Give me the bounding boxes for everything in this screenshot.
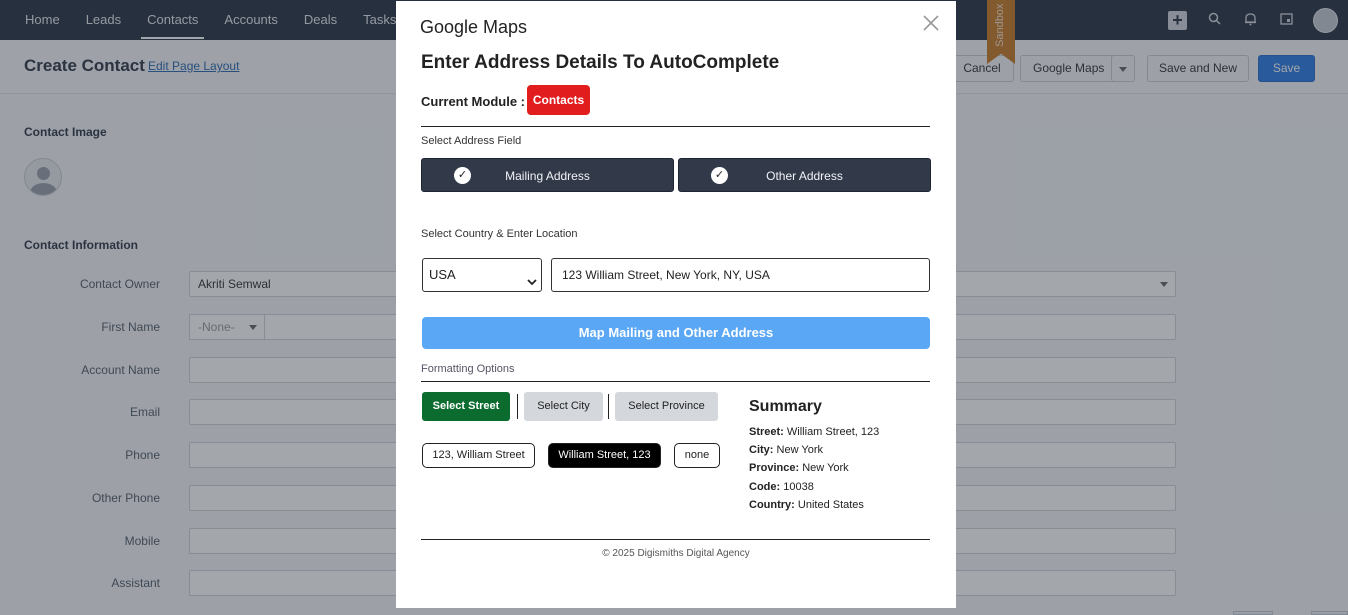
summary-street-label: Street: xyxy=(749,426,784,438)
summary-province-value: New York xyxy=(802,462,849,474)
footer-copyright: © 2025 Digismiths Digital Agency xyxy=(602,548,750,559)
location-input[interactable]: 123 William Street, New York, NY, USA xyxy=(551,258,930,292)
separator xyxy=(608,394,609,419)
divider xyxy=(421,381,930,382)
country-select[interactable]: USA xyxy=(422,258,542,292)
street-option-none[interactable]: none xyxy=(674,443,720,468)
other-address-toggle[interactable]: ✓ Other Address xyxy=(678,158,931,192)
summary-code-value: 10038 xyxy=(783,481,814,493)
current-module-label: Current Module : xyxy=(421,94,525,109)
summary-country: Country: United States xyxy=(749,499,864,511)
formatting-options-label: Formatting Options xyxy=(421,363,515,375)
summary-country-value: United States xyxy=(797,499,864,511)
divider xyxy=(421,126,930,127)
summary-province: Province: New York xyxy=(749,462,849,474)
mailing-address-toggle[interactable]: ✓ Mailing Address xyxy=(421,158,674,192)
street-option-name-first[interactable]: William Street, 123 xyxy=(548,443,661,468)
google-maps-modal: Google Maps Enter Address Details To Aut… xyxy=(396,1,956,608)
select-province-button[interactable]: Select Province xyxy=(615,392,718,421)
summary-city-value: New York xyxy=(776,444,823,456)
select-street-button[interactable]: Select Street xyxy=(422,392,510,421)
street-option-number-first[interactable]: 123, William Street xyxy=(422,443,535,468)
other-address-label: Other Address xyxy=(766,169,843,183)
mailing-address-label: Mailing Address xyxy=(505,169,590,183)
summary-code: Code: 10038 xyxy=(749,481,814,493)
summary-city: City: New York xyxy=(749,444,823,456)
select-address-label: Select Address Field xyxy=(421,135,522,147)
summary-province-label: Province: xyxy=(749,462,800,474)
chevron-down-icon xyxy=(527,268,537,300)
select-city-button[interactable]: Select City xyxy=(524,392,603,421)
separator xyxy=(517,394,518,419)
summary-code-label: Code: xyxy=(749,481,781,493)
country-value: USA xyxy=(429,267,456,282)
summary-country-label: Country: xyxy=(749,499,795,511)
country-location-label: Select Country & Enter Location xyxy=(421,228,578,240)
summary-city-label: City: xyxy=(749,444,774,456)
summary-title: Summary xyxy=(749,398,822,415)
modal-title: Google Maps xyxy=(420,17,528,37)
modal-heading: Enter Address Details To AutoComplete xyxy=(421,52,780,73)
divider xyxy=(421,539,930,540)
map-address-button[interactable]: Map Mailing and Other Address xyxy=(422,317,930,349)
summary-street-value: William Street, 123 xyxy=(786,426,880,438)
close-icon[interactable] xyxy=(923,14,939,34)
current-module-badge: Contacts xyxy=(527,85,590,115)
summary-street: Street: William Street, 123 xyxy=(749,426,879,438)
